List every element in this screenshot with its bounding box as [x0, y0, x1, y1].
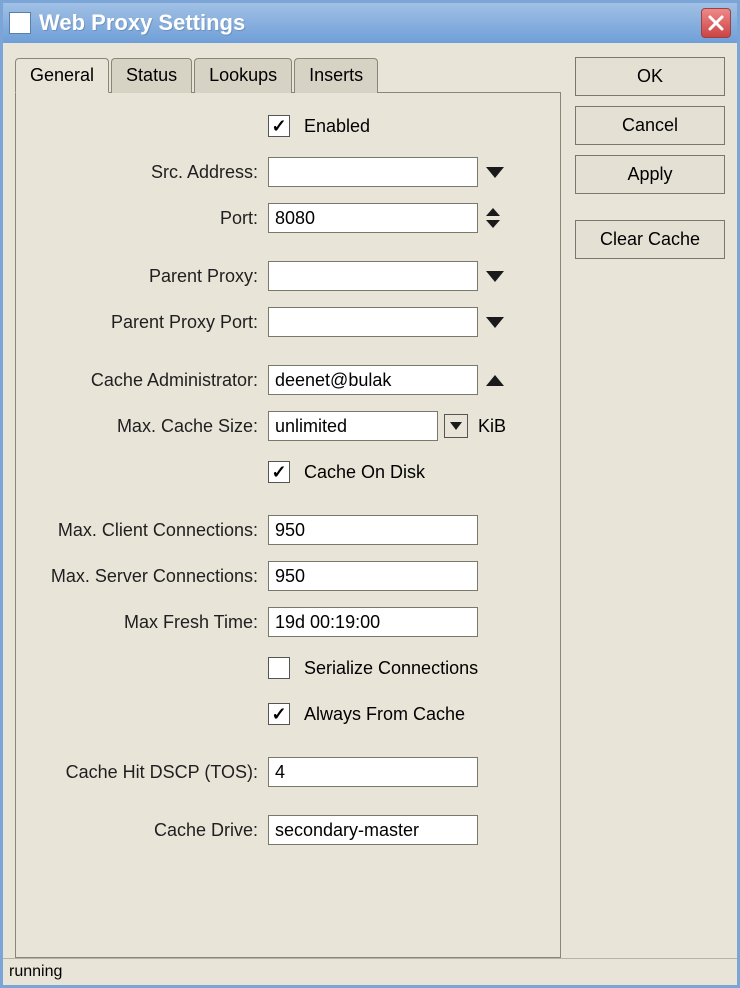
spinner-up-icon[interactable] — [484, 207, 502, 217]
max-client-conn-label: Max. Client Connections: — [28, 520, 268, 541]
max-cache-size-dropdown[interactable] — [444, 414, 468, 438]
max-fresh-time-label: Max Fresh Time: — [28, 612, 268, 633]
tab-bar: General Status Lookups Inserts — [15, 57, 561, 92]
app-icon — [9, 12, 31, 34]
window-title: Web Proxy Settings — [39, 10, 701, 36]
max-server-conn-input[interactable] — [268, 561, 478, 591]
port-label: Port: — [28, 208, 268, 229]
cache-on-disk-label: Cache On Disk — [304, 462, 425, 483]
port-input[interactable] — [268, 203, 478, 233]
parent-proxy-port-input[interactable] — [268, 307, 478, 337]
body: General Status Lookups Inserts Enabled S… — [3, 43, 737, 958]
close-icon — [707, 14, 725, 32]
src-address-label: Src. Address: — [28, 162, 268, 183]
max-fresh-time-input[interactable] — [268, 607, 478, 637]
tab-inserts[interactable]: Inserts — [294, 58, 378, 93]
cache-admin-input[interactable] — [268, 365, 478, 395]
tab-general[interactable]: General — [15, 58, 109, 93]
always-from-cache-label: Always From Cache — [304, 704, 465, 725]
cache-admin-label: Cache Administrator: — [28, 370, 268, 391]
serialize-conn-checkbox[interactable] — [268, 657, 290, 679]
parent-proxy-port-dropdown[interactable] — [484, 313, 506, 331]
serialize-conn-label: Serialize Connections — [304, 658, 478, 679]
max-cache-size-label: Max. Cache Size: — [28, 416, 268, 437]
max-server-conn-label: Max. Server Connections: — [28, 566, 268, 587]
status-bar: running — [3, 958, 737, 985]
apply-button[interactable]: Apply — [575, 155, 725, 194]
tab-lookups[interactable]: Lookups — [194, 58, 292, 93]
enabled-label: Enabled — [304, 116, 370, 137]
left-panel: General Status Lookups Inserts Enabled S… — [15, 57, 561, 958]
window: Web Proxy Settings General Status Lookup… — [0, 0, 740, 988]
enabled-checkbox[interactable] — [268, 115, 290, 137]
ok-button[interactable]: OK — [575, 57, 725, 96]
always-from-cache-checkbox[interactable] — [268, 703, 290, 725]
tab-panel-general: Enabled Src. Address: Port: — [15, 92, 561, 958]
parent-proxy-dropdown[interactable] — [484, 267, 506, 285]
cache-hit-dscp-label: Cache Hit DSCP (TOS): — [28, 762, 268, 783]
port-spinner[interactable] — [484, 207, 502, 229]
parent-proxy-input[interactable] — [268, 261, 478, 291]
cache-drive-label: Cache Drive: — [28, 820, 268, 841]
parent-proxy-label: Parent Proxy: — [28, 266, 268, 287]
cancel-button[interactable]: Cancel — [575, 106, 725, 145]
parent-proxy-port-label: Parent Proxy Port: — [28, 312, 268, 333]
clear-cache-button[interactable]: Clear Cache — [575, 220, 725, 259]
close-button[interactable] — [701, 8, 731, 38]
cache-drive-value: secondary-master — [268, 815, 478, 845]
max-cache-size-input[interactable] — [268, 411, 438, 441]
src-address-dropdown[interactable] — [484, 163, 506, 181]
cache-admin-collapse[interactable] — [484, 371, 506, 389]
tab-status[interactable]: Status — [111, 58, 192, 93]
max-client-conn-input[interactable] — [268, 515, 478, 545]
kib-label: KiB — [478, 416, 506, 437]
src-address-input[interactable] — [268, 157, 478, 187]
button-column: OK Cancel Apply Clear Cache — [575, 57, 725, 958]
cache-hit-dscp-input[interactable] — [268, 757, 478, 787]
spinner-down-icon[interactable] — [484, 219, 502, 229]
status-text: running — [9, 963, 62, 980]
cache-on-disk-checkbox[interactable] — [268, 461, 290, 483]
titlebar: Web Proxy Settings — [3, 3, 737, 43]
